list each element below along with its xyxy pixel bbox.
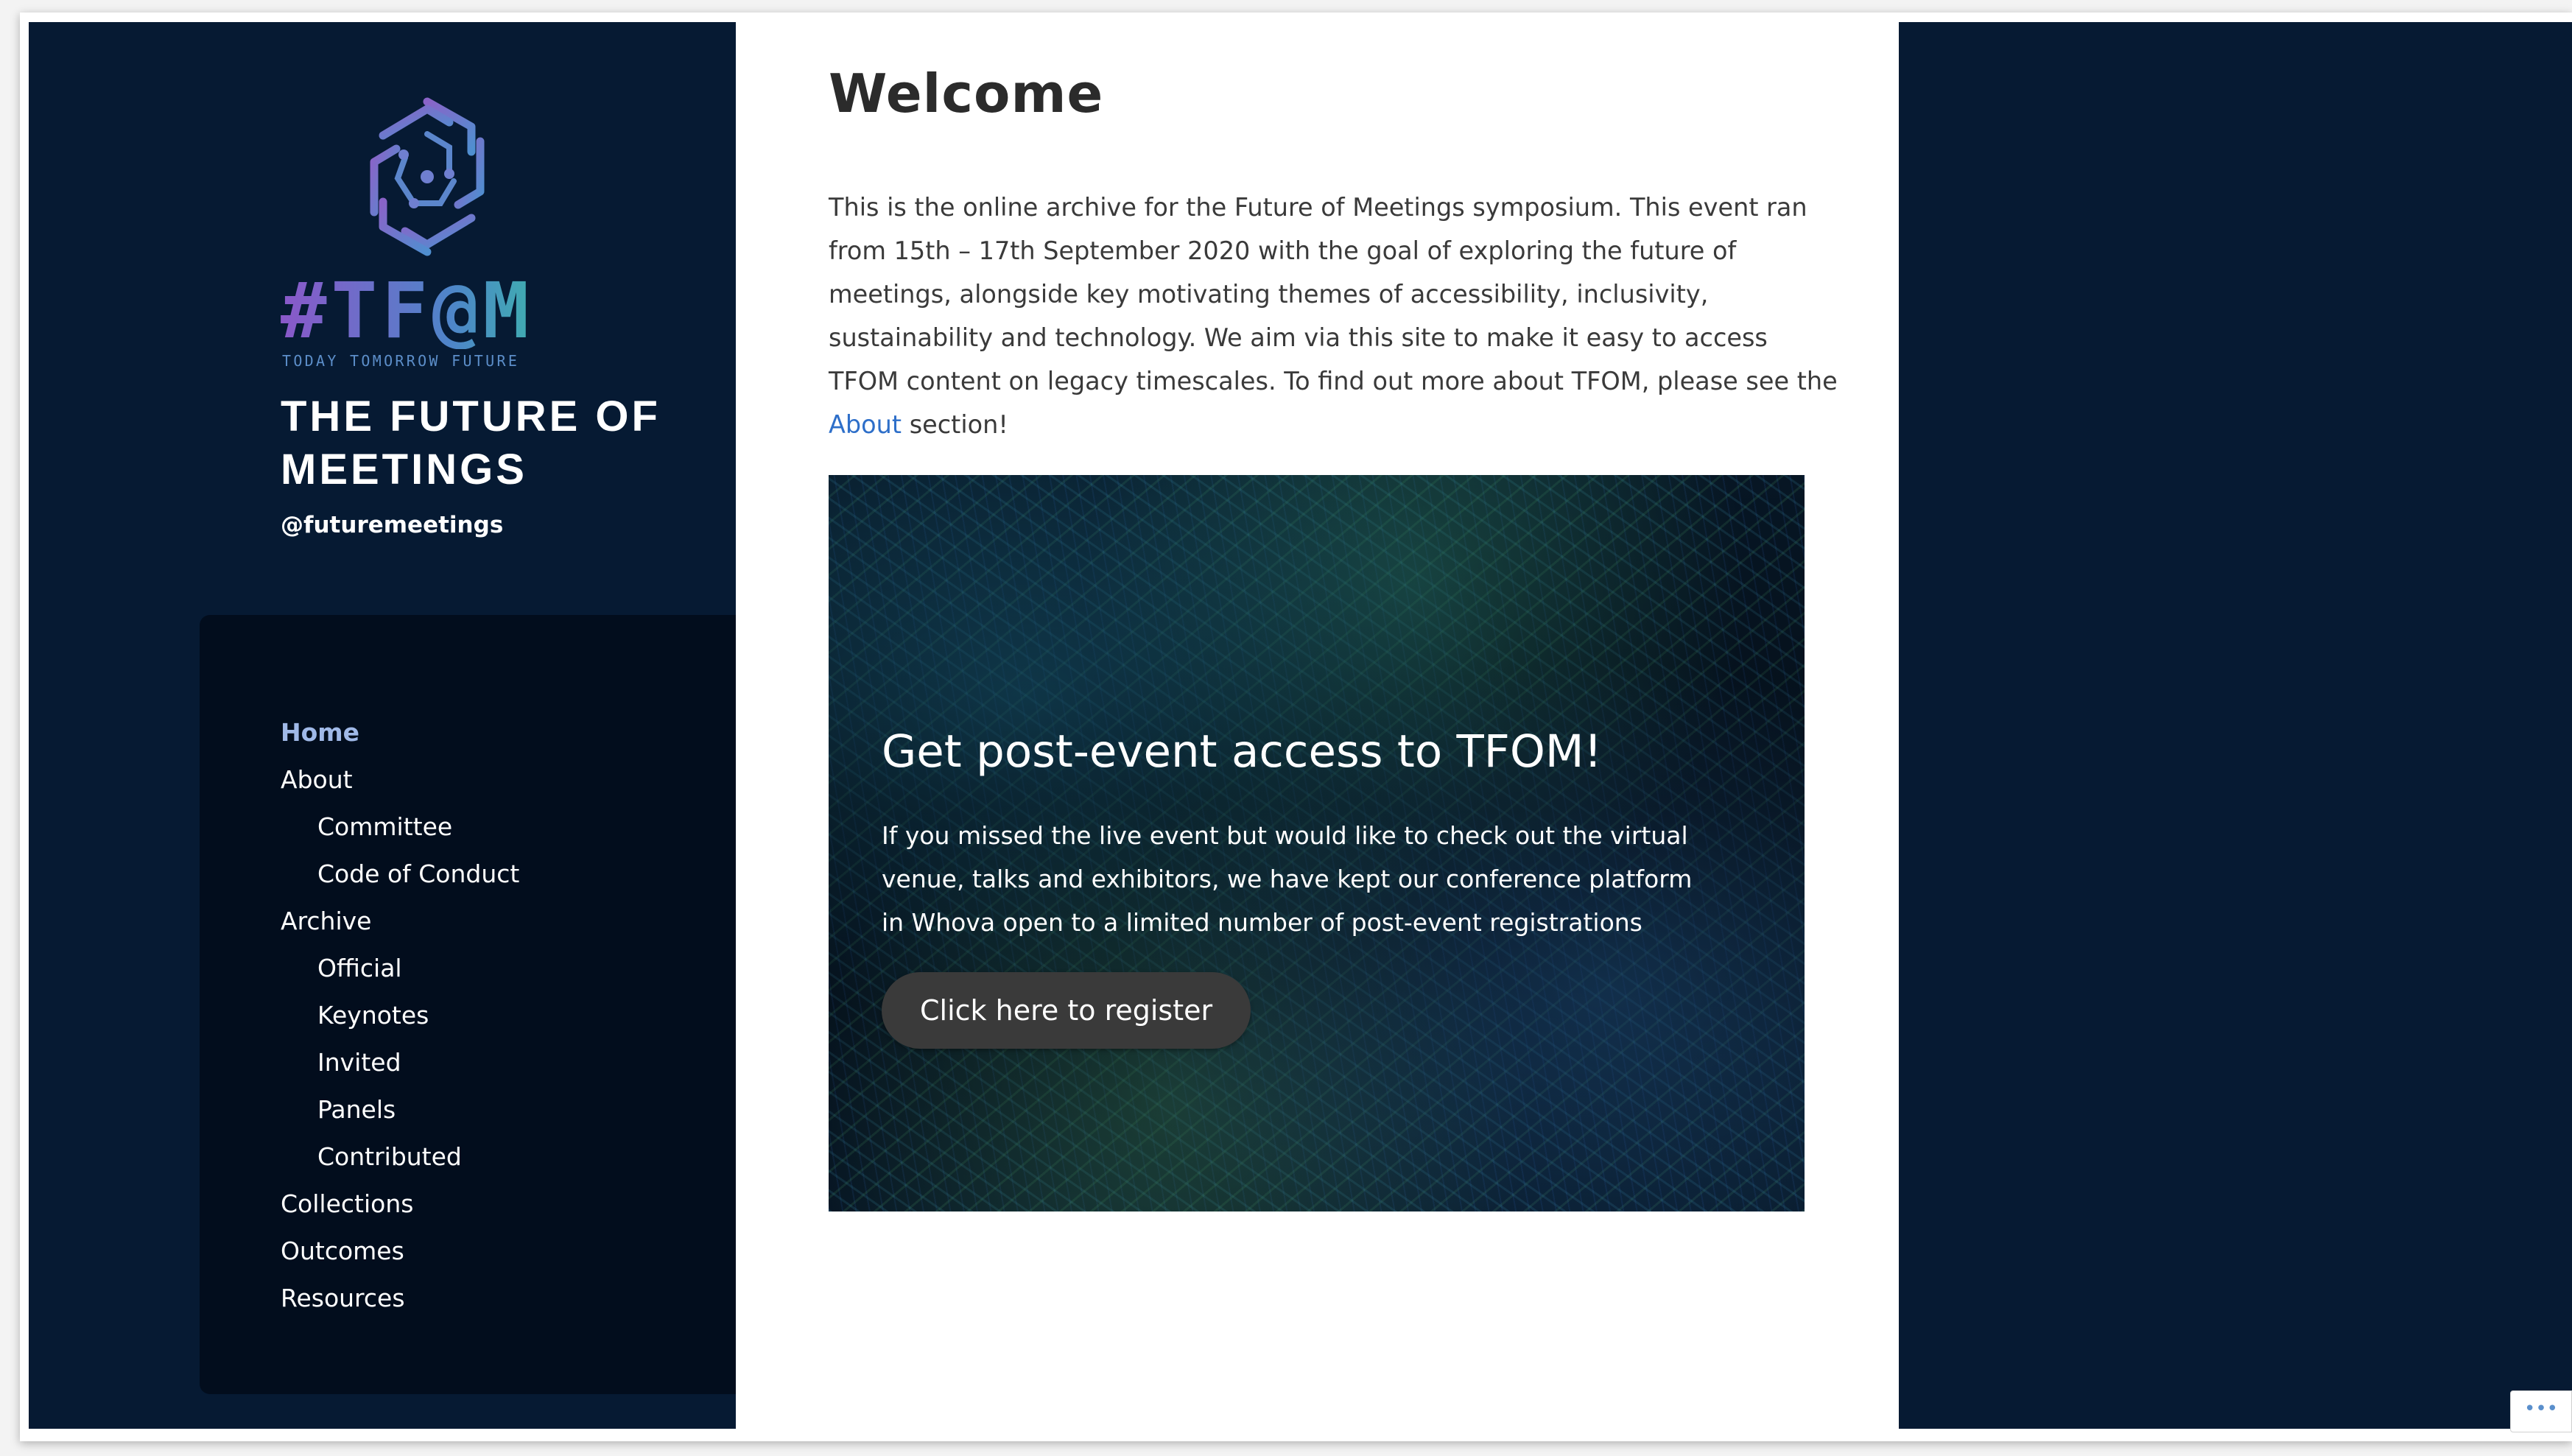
nav-item-keynotes[interactable]: Keynotes xyxy=(281,992,519,1039)
nav-item-panels[interactable]: Panels xyxy=(281,1086,519,1133)
nav-item-home[interactable]: Home xyxy=(281,709,519,756)
nav-item-invited[interactable]: Invited xyxy=(281,1039,519,1086)
nav-item-committee[interactable]: Committee xyxy=(281,803,519,851)
about-link[interactable]: About xyxy=(829,410,902,439)
logo-wordmark[interactable]: #TF@M xyxy=(281,272,590,349)
logo-tagline: TODAY TOMORROW FUTURE xyxy=(282,352,520,370)
nav-item-collections[interactable]: Collections xyxy=(281,1181,519,1228)
main-navigation: Home About Committee Code of Conduct Arc… xyxy=(281,709,519,1322)
nav-item-about[interactable]: About xyxy=(281,756,519,803)
site-title[interactable]: THE FUTURE OF MEETINGS xyxy=(281,390,693,496)
main-content: Welcome This is the online archive for t… xyxy=(736,22,1899,1429)
browser-frame: #TF@M TODAY TOMORROW FUTURE THE FUTURE O… xyxy=(20,13,2572,1441)
nav-item-resources[interactable]: Resources xyxy=(281,1275,519,1322)
page-title: Welcome xyxy=(829,63,1104,124)
cover-title: Get post-event access to TFOM! xyxy=(882,725,1602,778)
nav-item-code-of-conduct[interactable]: Code of Conduct xyxy=(281,851,519,898)
post-event-cover-block: Get post-event access to TFOM! If you mi… xyxy=(829,475,1805,1211)
nav-item-archive[interactable]: Archive xyxy=(281,898,519,945)
frame-top-strip xyxy=(20,13,2572,21)
nav-item-official[interactable]: Official xyxy=(281,945,519,992)
nav-item-contributed[interactable]: Contributed xyxy=(281,1133,519,1181)
more-options-button[interactable]: ••• xyxy=(2510,1390,2572,1432)
right-background-panel xyxy=(1899,22,2572,1429)
logo-emblem-icon[interactable] xyxy=(346,88,508,265)
intro-paragraph: This is the online archive for the Futur… xyxy=(829,186,1845,446)
intro-text: This is the online archive for the Futur… xyxy=(829,193,1838,395)
site-handle: @futuremeetings xyxy=(281,512,504,538)
sidebar: #TF@M TODAY TOMORROW FUTURE THE FUTURE O… xyxy=(29,22,745,1429)
intro-suffix: section! xyxy=(909,410,1008,439)
nav-item-outcomes[interactable]: Outcomes xyxy=(281,1228,519,1275)
cover-text: If you missed the live event but would l… xyxy=(882,821,1693,937)
register-button[interactable]: Click here to register xyxy=(882,972,1251,1049)
